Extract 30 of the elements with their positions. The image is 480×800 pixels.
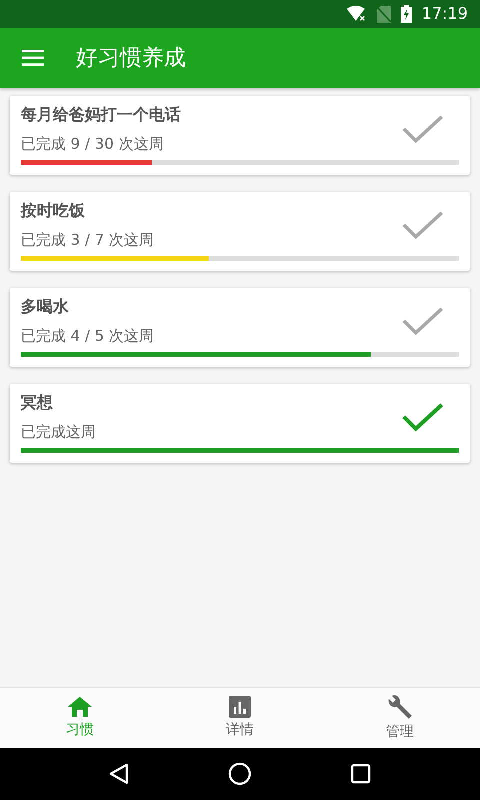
habit-card[interactable]: 冥想 已完成这周 <box>10 384 470 463</box>
bar-chart-icon <box>229 696 251 718</box>
habit-name: 每月给爸妈打一个电话 <box>21 104 182 126</box>
habit-name: 按时吃饭 <box>21 200 86 222</box>
nav-tab[interactable]: 管理 <box>320 688 480 748</box>
habit-name: 多喝水 <box>21 296 70 318</box>
app-title: 好习惯养成 <box>76 44 186 72</box>
check-icon[interactable] <box>402 210 444 240</box>
habit-card[interactable]: 按时吃饭 已完成 3 / 7 次这周 <box>10 192 470 271</box>
habit-progress-text: 已完成这周 <box>21 422 97 442</box>
habit-name: 冥想 <box>21 392 54 414</box>
habit-progress-text: 已完成 4 / 5 次这周 <box>21 326 156 346</box>
menu-icon[interactable] <box>22 50 44 66</box>
home-circle-icon[interactable] <box>228 762 252 786</box>
wrench-icon <box>387 694 413 720</box>
habit-card[interactable]: 每月给爸妈打一个电话 已完成 9 / 30 次这周 <box>10 96 470 175</box>
check-icon[interactable] <box>402 402 444 432</box>
habit-card[interactable]: 多喝水 已完成 4 / 5 次这周 <box>10 288 470 367</box>
habit-progress-text: 已完成 3 / 7 次这周 <box>21 230 156 250</box>
habit-progress-text: 已完成 9 / 30 次这周 <box>21 134 165 154</box>
clock: 17:19 <box>422 3 468 25</box>
wifi-off-icon <box>346 6 367 22</box>
check-icon[interactable] <box>402 114 444 144</box>
no-sim-icon <box>376 6 391 22</box>
home-icon <box>68 696 92 718</box>
battery-charging-icon <box>400 5 412 23</box>
recents-icon[interactable] <box>350 764 371 784</box>
check-icon[interactable] <box>402 306 444 336</box>
back-icon[interactable] <box>109 763 130 785</box>
nav-tab[interactable]: 详情 <box>160 688 320 748</box>
